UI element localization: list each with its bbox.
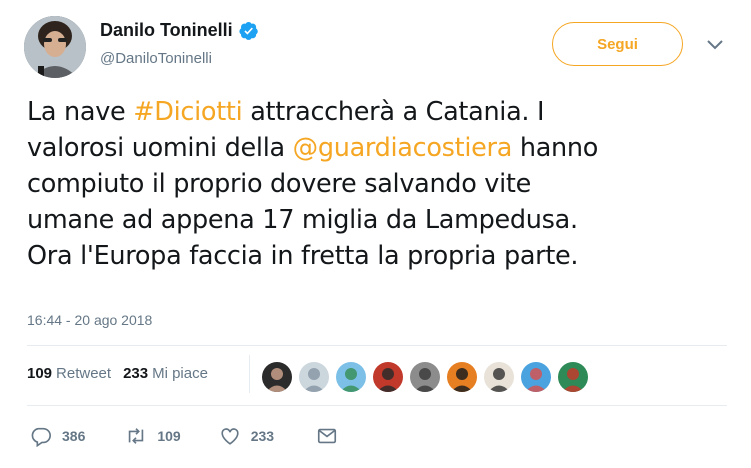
name-row: Danilo Toninelli xyxy=(100,20,259,41)
display-name[interactable]: Danilo Toninelli xyxy=(100,20,233,41)
tweet-stats: 109 Retweet 233 Mi piace xyxy=(27,365,220,382)
mention-link[interactable]: @guardiacostiera xyxy=(293,133,513,163)
user-handle[interactable]: @DaniloToninelli xyxy=(100,50,212,67)
tweet-card: Danilo Toninelli @DaniloToninelli Segui … xyxy=(0,0,751,468)
heart-icon xyxy=(221,428,239,445)
retweet-label[interactable]: Retweet xyxy=(56,365,111,382)
profile-avatar-image xyxy=(24,16,86,78)
stats-divider xyxy=(249,355,250,393)
like-label[interactable]: Mi piace xyxy=(152,365,208,382)
avatar-orange-logo[interactable] xyxy=(447,362,477,392)
divider xyxy=(27,405,727,406)
tweet-timestamp[interactable]: 16:44 - 20 ago 2018 xyxy=(27,312,152,328)
avatar-woman-dark-hair[interactable] xyxy=(262,362,292,392)
retweet-action-count: 109 xyxy=(157,428,181,444)
tweet-text: La nave #Diciotti attraccherà a Catania.… xyxy=(27,94,727,274)
retweet-count[interactable]: 109 xyxy=(27,365,52,382)
tweet-actions: 386 109 233 xyxy=(30,425,338,447)
direct-message-button[interactable] xyxy=(316,425,338,447)
avatar-flag-tricolore[interactable] xyxy=(558,362,588,392)
like-count[interactable]: 233 xyxy=(123,365,148,382)
avatar-woman-light[interactable] xyxy=(484,362,514,392)
like-action-count: 233 xyxy=(250,428,275,444)
like-button[interactable]: 233 xyxy=(219,425,274,447)
follow-button[interactable]: Segui xyxy=(552,22,683,66)
avatar-default-silhouette[interactable] xyxy=(299,362,329,392)
reply-button[interactable]: 386 xyxy=(30,425,85,447)
envelope-icon xyxy=(318,428,337,444)
liker-avatars xyxy=(262,362,588,392)
verified-badge-icon xyxy=(239,21,259,41)
hashtag-link[interactable]: #Diciotti xyxy=(133,97,242,127)
avatar-man-red[interactable] xyxy=(373,362,403,392)
reply-icon xyxy=(31,427,51,447)
chevron-down-icon[interactable] xyxy=(706,38,724,50)
retweet-button[interactable]: 109 xyxy=(125,425,181,447)
avatar-man-grey[interactable] xyxy=(410,362,440,392)
divider xyxy=(27,345,727,346)
profile-avatar[interactable] xyxy=(24,16,86,78)
avatar-people-colorful[interactable] xyxy=(521,362,551,392)
avatar-landscape[interactable] xyxy=(336,362,366,392)
reply-count: 386 xyxy=(62,428,86,444)
retweet-icon xyxy=(129,428,144,444)
tweet-text-segment: La nave xyxy=(27,97,134,127)
